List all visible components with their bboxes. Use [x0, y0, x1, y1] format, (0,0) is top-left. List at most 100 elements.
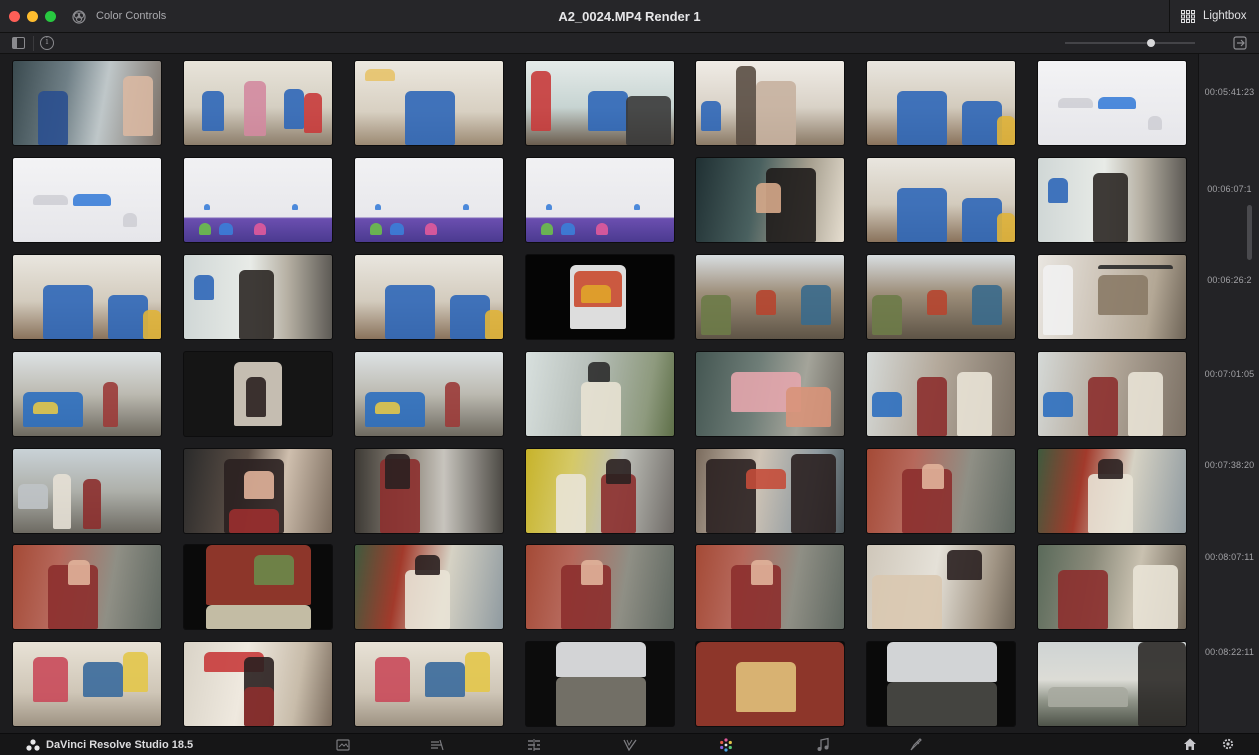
clip-thumbnail[interactable]: [867, 545, 1015, 629]
clip-thumbnail[interactable]: [184, 255, 332, 339]
thumbnail-detail: [957, 372, 992, 436]
clip-thumbnail[interactable]: [13, 158, 161, 242]
thumbnail-detail: [1098, 97, 1136, 109]
clip-thumbnail[interactable]: [1038, 61, 1186, 145]
clip-thumbnail[interactable]: [696, 449, 844, 533]
zoom-slider-handle[interactable]: [1147, 39, 1155, 47]
thumbnail-detail: [123, 652, 148, 692]
clip-thumbnail[interactable]: [355, 642, 503, 726]
thumbnail-detail: [887, 642, 997, 682]
clip-thumbnail[interactable]: [867, 61, 1015, 145]
clip-thumbnail-grid: [0, 54, 1198, 733]
thumbnail-detail: [546, 204, 552, 210]
settings-gear-icon[interactable]: [1221, 737, 1235, 751]
clip-thumbnail[interactable]: [184, 449, 332, 533]
clip-thumbnail[interactable]: [867, 352, 1015, 436]
thumbnail-detail: [556, 474, 586, 533]
thumbnail-detail: [73, 194, 111, 206]
zoom-slider[interactable]: [1065, 42, 1195, 44]
clip-thumbnail[interactable]: [526, 255, 674, 339]
thumbnail-detail: [962, 198, 1002, 242]
thumbnail-detail: [1148, 116, 1162, 130]
clip-thumbnail[interactable]: [13, 255, 161, 339]
clip-thumbnail[interactable]: [355, 449, 503, 533]
color-page-icon[interactable]: [718, 737, 734, 753]
clip-thumbnail[interactable]: [526, 545, 674, 629]
clip-thumbnail[interactable]: [696, 255, 844, 339]
grid-scrollbar[interactable]: [1247, 205, 1252, 260]
clip-thumbnail[interactable]: [696, 545, 844, 629]
deliver-page-icon[interactable]: [908, 737, 924, 753]
thumbnail-detail: [588, 91, 628, 131]
clip-thumbnail[interactable]: [867, 255, 1015, 339]
edit-page-icon[interactable]: [526, 737, 542, 753]
info-icon[interactable]: i: [40, 36, 54, 50]
thumbnail-detail: [18, 484, 48, 509]
clip-thumbnail[interactable]: [1038, 449, 1186, 533]
thumbnail-detail: [53, 474, 71, 529]
clip-thumbnail[interactable]: [184, 158, 332, 242]
clip-thumbnail[interactable]: [526, 158, 674, 242]
fairlight-page-icon[interactable]: [815, 737, 831, 753]
thumbnail-detail: [485, 310, 503, 339]
sidebar-toggle-icon[interactable]: [12, 37, 25, 49]
clip-thumbnail[interactable]: [355, 545, 503, 629]
lightbox-button[interactable]: Lightbox: [1169, 0, 1259, 33]
clip-thumbnail[interactable]: [13, 61, 161, 145]
thumbnail-detail: [425, 223, 437, 235]
clip-thumbnail[interactable]: [696, 642, 844, 726]
window-title: A2_0024.MP4 Render 1: [558, 9, 701, 24]
exit-lightbox-icon[interactable]: [1233, 36, 1248, 50]
cut-page-icon[interactable]: [429, 737, 445, 753]
clip-thumbnail[interactable]: [867, 449, 1015, 533]
thumbnail-detail: [581, 382, 621, 436]
clip-thumbnail[interactable]: [355, 158, 503, 242]
clip-thumbnail[interactable]: [13, 642, 161, 726]
row-timecode: 00:07:38:20: [1204, 460, 1255, 470]
thumbnail-detail: [244, 471, 274, 499]
thumbnail-detail: [390, 223, 404, 235]
thumbnail-detail: [962, 101, 1002, 145]
media-page-icon[interactable]: [335, 737, 351, 753]
clip-thumbnail[interactable]: [13, 449, 161, 533]
clip-thumbnail[interactable]: [526, 61, 674, 145]
clip-thumbnail[interactable]: [13, 545, 161, 629]
clip-thumbnail[interactable]: [526, 449, 674, 533]
home-icon[interactable]: [1183, 737, 1197, 751]
clip-thumbnail[interactable]: [184, 642, 332, 726]
clip-thumbnail[interactable]: [696, 158, 844, 242]
clip-thumbnail[interactable]: [1038, 545, 1186, 629]
clip-thumbnail[interactable]: [526, 352, 674, 436]
thumbnail-detail: [1058, 570, 1108, 629]
thumbnail-detail: [445, 382, 460, 427]
thumbnail-detail: [897, 188, 947, 242]
clip-thumbnail[interactable]: [696, 61, 844, 145]
clip-thumbnail[interactable]: [867, 642, 1015, 726]
clip-thumbnail[interactable]: [1038, 352, 1186, 436]
thumbnail-detail: [626, 96, 671, 145]
thumbnail-detail: [1088, 377, 1118, 436]
row-timecode: 00:08:22:11: [1204, 647, 1255, 657]
clip-thumbnail[interactable]: [184, 61, 332, 145]
thumbnail-detail: [385, 285, 435, 339]
thumbnail-detail: [541, 223, 553, 235]
clip-thumbnail[interactable]: [696, 352, 844, 436]
thumbnail-detail: [897, 91, 947, 145]
thumbnail-detail: [33, 195, 68, 205]
clip-thumbnail[interactable]: [355, 255, 503, 339]
clip-thumbnail[interactable]: [184, 352, 332, 436]
clip-thumbnail[interactable]: [1038, 158, 1186, 242]
clip-thumbnail[interactable]: [1038, 642, 1186, 726]
clip-thumbnail[interactable]: [867, 158, 1015, 242]
clip-thumbnail[interactable]: [355, 61, 503, 145]
thumbnail-detail: [922, 464, 944, 489]
clip-thumbnail[interactable]: [13, 352, 161, 436]
clip-thumbnail[interactable]: [1038, 255, 1186, 339]
clip-thumbnail[interactable]: [184, 545, 332, 629]
fusion-page-icon[interactable]: [622, 737, 638, 753]
thumbnail-detail: [997, 213, 1015, 242]
clip-thumbnail[interactable]: [526, 642, 674, 726]
thumbnail-detail: [405, 91, 455, 145]
thumbnail-detail: [194, 275, 214, 300]
clip-thumbnail[interactable]: [355, 352, 503, 436]
